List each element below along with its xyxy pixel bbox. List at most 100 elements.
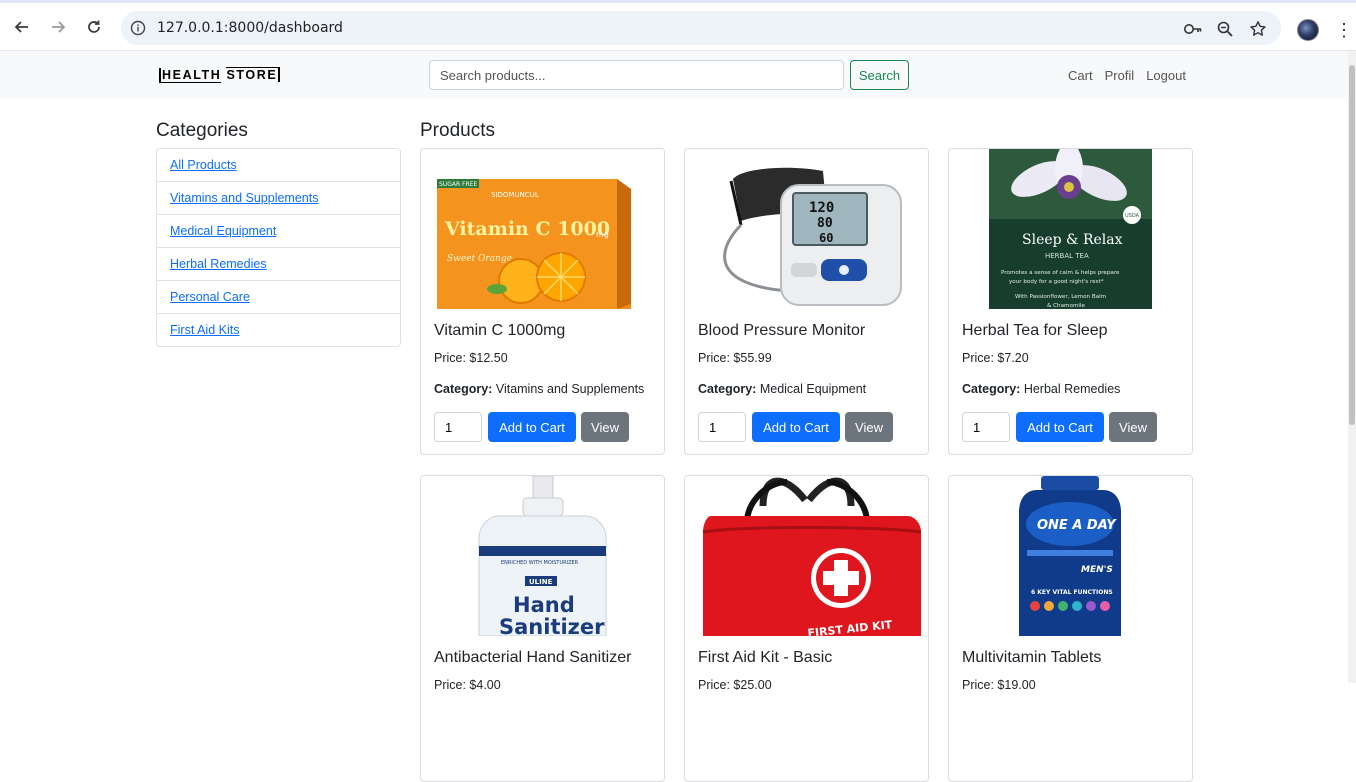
product-image-multivitamin[interactable]: ONE A DAY MEN'S 6 KEY VITAL FUNCTIONS <box>949 476 1192 636</box>
tea-line1-text: Promotes a sense of calm & helps prepare <box>1001 270 1120 276</box>
quantity-input[interactable] <box>434 412 482 442</box>
browser-toolbar: 127.0.0.1:8000/dashboard ⋮ <box>0 0 1356 51</box>
tea-line4-text: & Chamomile <box>1047 303 1085 309</box>
product-price: Price: $19.00 <box>962 678 1036 692</box>
category-value: Medical Equipment <box>759 382 867 396</box>
category-link-herbal[interactable]: Herbal Remedies <box>170 257 267 271</box>
search-input[interactable] <box>429 60 844 90</box>
sanitizer-small-text: ENRICHED WITH MOISTURIZER <box>501 560 579 566</box>
vitc-badge-text: SUGAR FREE <box>439 181 477 188</box>
nav-link-profile[interactable]: Profil <box>1105 68 1135 83</box>
category-link-first-aid[interactable]: First Aid Kits <box>170 323 239 337</box>
nav-links: Cart Profil Logout <box>1068 68 1186 83</box>
zoom-icon[interactable] <box>1215 19 1235 39</box>
brand-text-health: HEALTH <box>159 68 222 83</box>
product-name: Blood Pressure Monitor <box>698 322 866 339</box>
back-arrow-icon[interactable] <box>7 12 37 42</box>
product-category: Category: Herbal Remedies <box>962 382 1120 396</box>
sanitizer-brand-text: ULINE <box>529 578 553 586</box>
products-heading: Products <box>420 120 495 141</box>
category-value: Herbal Remedies <box>1023 382 1121 396</box>
vitc-brand-text: SIDOMUNCUL <box>491 191 539 199</box>
categories-heading: Categories <box>156 120 248 141</box>
vitc-unit-text: mg <box>596 230 609 239</box>
page-scrollbar[interactable] <box>1348 51 1356 683</box>
vitc-main-text: Vitamin C 1000 <box>444 218 610 240</box>
category-list: All Products Vitamins and Supplements Me… <box>156 148 401 347</box>
list-item: First Aid Kits <box>157 314 400 346</box>
product-image-herbal-tea[interactable]: USDA Sleep & Relax HERBAL TEA Promotes a… <box>949 149 1192 309</box>
product-card: FIRST AID KIT First Aid Kit - Basic Pric… <box>684 475 929 782</box>
product-price: Price: $55.99 <box>698 351 772 365</box>
site-info-icon[interactable] <box>129 19 147 37</box>
url-text[interactable]: 127.0.0.1:8000/dashboard <box>157 20 343 36</box>
product-name: Vitamin C 1000mg <box>434 322 566 339</box>
mv-line-text: 6 KEY VITAL FUNCTIONS <box>1031 589 1113 596</box>
add-to-cart-button[interactable]: Add to Cart <box>1016 412 1104 442</box>
nav-link-cart[interactable]: Cart <box>1068 68 1093 83</box>
category-value: Vitamins and Supplements <box>495 382 645 396</box>
reload-icon[interactable] <box>79 12 109 42</box>
category-link-vitamins[interactable]: Vitamins and Supplements <box>170 191 318 205</box>
nav-link-logout[interactable]: Logout <box>1146 68 1186 83</box>
product-name: Multivitamin Tablets <box>962 649 1102 666</box>
product-card: ENRICHED WITH MOISTURIZER ULINE Hand San… <box>420 475 665 782</box>
brand-logo[interactable]: HEALTH STORE <box>158 67 281 84</box>
product-card: ONE A DAY MEN'S 6 KEY VITAL FUNCTIONS Mu… <box>948 475 1193 782</box>
bp-pulse-text: 60 <box>819 231 833 245</box>
product-name: First Aid Kit - Basic <box>698 649 833 666</box>
tea-usda-text: USDA <box>1125 213 1140 219</box>
category-label: Category: <box>962 382 1021 396</box>
product-card: 120 80 60 Blood Pressure Monitor Price: … <box>684 148 929 455</box>
vitc-flavor-text: Sweet Orange <box>447 254 512 264</box>
bookmark-star-icon[interactable] <box>1248 19 1268 39</box>
mv-brand-text: ONE A DAY <box>1037 518 1117 533</box>
view-button[interactable]: View <box>1109 412 1157 442</box>
address-bar[interactable]: 127.0.0.1:8000/dashboard <box>121 11 1281 45</box>
product-card: USDA Sleep & Relax HERBAL TEA Promotes a… <box>948 148 1193 455</box>
product-category: Category: Vitamins and Supplements <box>434 382 644 396</box>
quantity-input[interactable] <box>962 412 1010 442</box>
more-menu-icon[interactable]: ⋮ <box>1334 19 1354 41</box>
view-button[interactable]: View <box>845 412 893 442</box>
list-item: Medical Equipment <box>157 215 400 248</box>
product-name: Herbal Tea for Sleep <box>962 322 1108 339</box>
tea-line3-text: With Passionflower, Lemon Balm <box>1015 294 1106 300</box>
product-price: Price: $4.00 <box>434 678 501 692</box>
product-image-vitamin-c[interactable]: SUGAR FREE SIDOMUNCUL Vitamin C 1000 mg … <box>421 149 664 309</box>
quantity-input[interactable] <box>698 412 746 442</box>
category-label: Category: <box>434 382 493 396</box>
view-button[interactable]: View <box>581 412 629 442</box>
category-link-all[interactable]: All Products <box>170 158 237 172</box>
tea-line2-text: your body for a good night's rest* <box>1009 279 1104 285</box>
product-image-first-aid-kit[interactable]: FIRST AID KIT <box>685 476 928 636</box>
profile-avatar[interactable] <box>1297 19 1319 41</box>
product-image-hand-sanitizer[interactable]: ENRICHED WITH MOISTURIZER ULINE Hand San… <box>421 476 664 636</box>
list-item: Personal Care <box>157 281 400 314</box>
category-link-medical[interactable]: Medical Equipment <box>170 224 276 238</box>
bp-dia-text: 80 <box>817 216 833 231</box>
list-item: Herbal Remedies <box>157 248 400 281</box>
sanitizer-line1-text: Hand <box>513 593 575 617</box>
site-navbar: HEALTH STORE Search Cart Profil Logout <box>0 51 1348 99</box>
bp-sys-text: 120 <box>809 200 834 216</box>
category-link-personal-care[interactable]: Personal Care <box>170 290 250 304</box>
product-price: Price: $12.50 <box>434 351 508 365</box>
product-name: Antibacterial Hand Sanitizer <box>434 649 632 666</box>
product-price: Price: $7.20 <box>962 351 1029 365</box>
add-to-cart-button[interactable]: Add to Cart <box>488 412 576 442</box>
product-image-bp-monitor[interactable]: 120 80 60 <box>685 149 928 309</box>
product-price: Price: $25.00 <box>698 678 772 692</box>
password-key-icon[interactable] <box>1183 19 1203 39</box>
brand-text-store: STORE <box>226 67 281 82</box>
list-item: All Products <box>157 149 400 182</box>
search-button[interactable]: Search <box>850 60 909 90</box>
list-item: Vitamins and Supplements <box>157 182 400 215</box>
product-category: Category: Medical Equipment <box>698 382 866 396</box>
scrollbar-thumb[interactable] <box>1349 65 1355 425</box>
sanitizer-line2-text: Sanitizer <box>499 615 605 636</box>
tea-title-text: Sleep & Relax <box>1022 232 1123 248</box>
forward-arrow-icon[interactable] <box>43 12 73 42</box>
add-to-cart-button[interactable]: Add to Cart <box>752 412 840 442</box>
product-card: SUGAR FREE SIDOMUNCUL Vitamin C 1000 mg … <box>420 148 665 455</box>
